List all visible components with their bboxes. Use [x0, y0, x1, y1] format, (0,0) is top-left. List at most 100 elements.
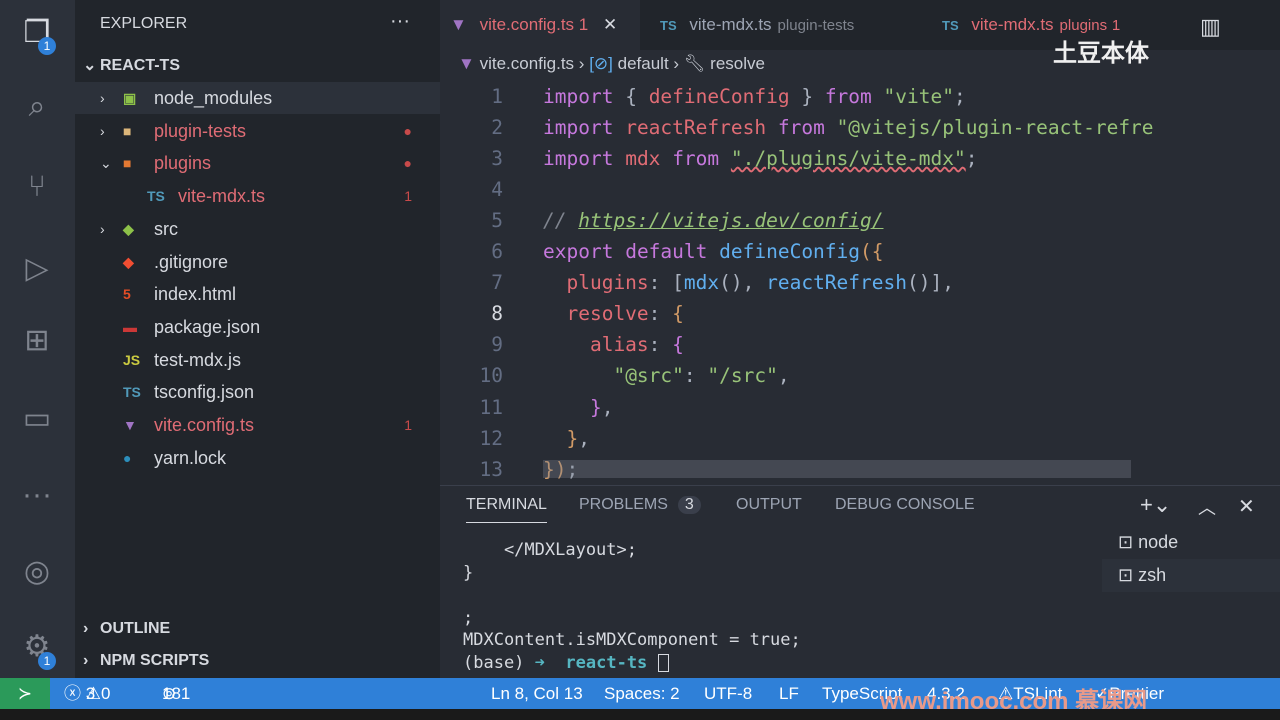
- vite-icon: ▼: [450, 15, 467, 34]
- file-tree-item[interactable]: TS tsconfig.json: [75, 376, 440, 408]
- project-section[interactable]: ⌄ REACT-TS: [75, 50, 440, 82]
- run-debug-icon[interactable]: ▷: [18, 250, 56, 288]
- breadcrumb-symbol[interactable]: default: [618, 54, 669, 73]
- terminal-icon: ⊡: [1118, 532, 1134, 552]
- tab-problem-count: 1: [578, 15, 589, 34]
- file-tree-item[interactable]: › ◆ src: [75, 213, 440, 245]
- more-actions-button[interactable]: ···: [390, 10, 410, 33]
- terminal-list: ⊡ node ⊡ zsh: [1102, 526, 1280, 592]
- file-name: vite-mdx.ts: [178, 186, 266, 207]
- line-number: 5: [491, 209, 503, 233]
- code-token: import: [543, 147, 614, 171]
- code-token: defineConfig: [648, 85, 790, 108]
- problems-status[interactable]: ⓧ 3 ⚠ 0: [64, 678, 110, 709]
- code-token: :: [648, 302, 673, 326]
- code-token: ()],: [907, 271, 954, 295]
- chevron-right-icon: ›: [673, 54, 680, 73]
- terminal-cursor: [657, 654, 669, 672]
- indentation[interactable]: Spaces: 2: [604, 678, 680, 709]
- terminal-zsh[interactable]: ⊡ zsh: [1102, 559, 1280, 592]
- code-line: resolve: {: [543, 298, 683, 329]
- chevron-down-icon: ⌄: [83, 57, 97, 74]
- tab-problem-count: 1: [1111, 17, 1121, 34]
- line-number: 3: [491, 147, 503, 171]
- tab-vite-config[interactable]: ▼ vite.config.ts 1 ✕: [440, 0, 640, 50]
- account-icon[interactable]: ◎: [18, 553, 56, 591]
- code-token: mdx: [625, 147, 661, 171]
- close-panel-icon[interactable]: ✕: [1238, 494, 1255, 519]
- file-icon: ▣: [123, 90, 137, 106]
- tab-terminal[interactable]: TERMINAL: [466, 496, 547, 523]
- code-editor[interactable]: 1 import { defineConfig } from "vite"; 2 im…: [440, 81, 1240, 481]
- code-line: plugins: [mdx(), reactRefresh()],: [543, 267, 954, 298]
- activity-bar: ❐ 1 ⌕ ⑂ ▷ ⊞ ▭ ··· ◎ ⚙ 1: [0, 0, 75, 678]
- tab-problems[interactable]: PROBLEMS 3: [579, 496, 701, 514]
- extensions-icon[interactable]: ⊞: [18, 322, 56, 360]
- terminal-line: ;: [463, 607, 474, 628]
- line-number: 7: [491, 271, 503, 295]
- status-bar: ≻ ⓧ 3 ⚠ 0 ⊚ 181 Ln 8, Col 13 Spaces: 2 U…: [0, 678, 1280, 715]
- file-tree-item[interactable]: JS test-mdx.js: [75, 344, 440, 376]
- code-token: ,: [777, 364, 790, 388]
- line-number: 4: [491, 178, 503, 202]
- code-line: },: [543, 423, 590, 454]
- search-icon[interactable]: ⌕: [18, 88, 56, 126]
- code-token: ,: [601, 395, 614, 419]
- terminal-node[interactable]: ⊡ node: [1102, 526, 1280, 559]
- error-count: 3: [85, 684, 96, 703]
- code-token: default: [625, 240, 708, 264]
- more-icon[interactable]: ···: [18, 476, 56, 514]
- file-tree-item[interactable]: ▼ vite.config.ts 1: [75, 409, 440, 441]
- code-token: : [: [648, 271, 684, 295]
- chevron-icon: ›: [100, 122, 105, 139]
- source-control-icon[interactable]: ⑂: [18, 168, 56, 206]
- tab-output[interactable]: OUTPUT: [736, 496, 802, 514]
- npm-scripts-section[interactable]: › NPM SCRIPTS: [75, 645, 440, 677]
- tab-debug-console[interactable]: DEBUG CONSOLE: [835, 496, 975, 514]
- file-name: package.json: [154, 316, 261, 337]
- terminal-line: </MDXLayout>;: [463, 540, 637, 560]
- split-editor-icon[interactable]: ▥: [1200, 14, 1221, 40]
- file-tree-item[interactable]: ● yarn.lock: [75, 442, 440, 474]
- code-token: reactRefresh: [766, 271, 907, 295]
- line-ending[interactable]: LF: [779, 678, 799, 709]
- file-name: vite.config.ts: [154, 415, 255, 435]
- code-token: mdx: [683, 271, 720, 295]
- cursor-position[interactable]: Ln 8, Col 13: [491, 678, 583, 709]
- file-tree-item[interactable]: ▬ package.json: [75, 311, 440, 343]
- close-icon[interactable]: ✕: [603, 15, 617, 34]
- new-terminal-icon[interactable]: +⌄: [1140, 492, 1171, 518]
- line-number: 11: [479, 395, 503, 419]
- outline-section[interactable]: › OUTLINE: [75, 613, 440, 645]
- file-tree-item[interactable]: 5 index.html: [75, 278, 440, 310]
- code-token: :: [648, 333, 673, 357]
- prompt-arrow: ➜: [534, 653, 545, 673]
- remote-icon[interactable]: ≻: [0, 678, 50, 709]
- remote-explorer-icon[interactable]: ▭: [18, 400, 56, 438]
- breadcrumb-file[interactable]: vite.config.ts: [480, 54, 575, 73]
- tab-vite-mdx-plugin-tests[interactable]: TS vite-mdx.ts plugin-tests: [660, 0, 920, 50]
- problem-count: ●: [403, 122, 412, 139]
- file-tree-item[interactable]: › ■ plugin-tests ●: [75, 115, 440, 147]
- problem-count: ●: [403, 155, 412, 172]
- code-line: import reactRefresh from "@vitejs/plugin…: [543, 112, 1154, 143]
- breadcrumb: ▼ vite.config.ts › [⊘] default › 🔧︎ reso…: [458, 54, 765, 74]
- tab-description: plugin-tests: [777, 17, 855, 34]
- code-token: from: [824, 85, 872, 108]
- file-tree-item[interactable]: ⌄ ■ plugins ●: [75, 147, 440, 179]
- maximize-panel-icon[interactable]: ︿: [1198, 494, 1216, 520]
- code-line: },: [543, 392, 614, 423]
- file-tree-item[interactable]: ◆ .gitignore: [75, 246, 440, 278]
- breadcrumb-symbol[interactable]: resolve: [710, 54, 765, 73]
- horizontal-scrollbar[interactable]: [543, 460, 1131, 478]
- code-token: import: [543, 116, 614, 140]
- file-tree-item[interactable]: › ▣ node_modules: [75, 82, 440, 114]
- file-tree-item[interactable]: TS vite-mdx.ts 1: [75, 180, 440, 212]
- chevron-right-icon: ›: [83, 620, 89, 637]
- encoding[interactable]: UTF-8: [704, 678, 752, 709]
- code-token: "@vitejs/plugin-react-refre: [836, 116, 1154, 140]
